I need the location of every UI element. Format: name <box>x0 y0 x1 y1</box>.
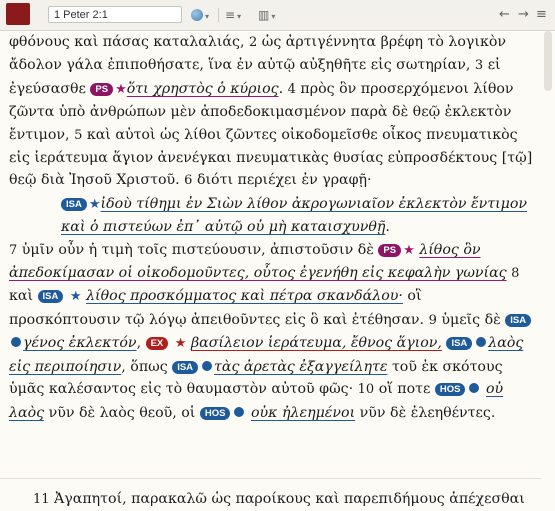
reference-input[interactable]: 1 Peter 2:1 <box>48 6 182 23</box>
ot-quotation[interactable]: γένος ἐκλεκτόν <box>23 335 137 351</box>
columns-icon: ▥ <box>258 8 270 22</box>
scrollbar-thumb[interactable] <box>544 31 552 91</box>
verse-number: 10 <box>357 382 375 398</box>
paragraph: φθόνους καὶ πάσας καταλαλιάς, 2 ὡς ἀρτιγ… <box>9 34 533 189</box>
vertical-scrollbar[interactable] <box>541 31 555 505</box>
indented-quotation: ISA ★ἰδοὺ τίθημι ἐν Σιὼν λίθον ἀκρογωνιαῖ… <box>61 195 528 236</box>
ot-quotation[interactable]: οὐκ ἠλεημένοι <box>251 405 355 421</box>
verse-number: 8 <box>511 266 520 282</box>
circle-icon <box>234 406 245 417</box>
star-icon: ★ <box>88 196 101 212</box>
passage-text: φθόνους καὶ πάσας καταλαλιάς, 2 ὡς ἀρτιγ… <box>9 31 537 424</box>
toolbar-divider <box>218 8 219 22</box>
ot-quotation[interactable]: ὅτι χρηστὸς ὁ κύριος <box>127 81 279 97</box>
next-paragraph: 11 Ἀγαπητοί, παρακαλῶ ὡς παροίκους καὶ π… <box>33 491 525 507</box>
app-logo[interactable] <box>6 3 30 25</box>
globe-icon <box>191 9 203 21</box>
quote-source-badge[interactable]: ISA <box>505 313 532 327</box>
verse-number: 2 <box>248 35 258 50</box>
lines-icon[interactable]: ≡ <box>536 6 547 24</box>
star-icon: ★ <box>403 242 415 258</box>
back-arrow-icon[interactable]: ← <box>499 6 510 24</box>
ot-quotation[interactable]: ἰδοὺ τίθημι ἐν Σιὼν λίθον ἀκρογωνιαῖον ἐ… <box>61 196 527 235</box>
quote-source-badge[interactable]: PS <box>90 82 114 96</box>
globe-menu-button[interactable]: ▾ <box>191 6 217 24</box>
quote-source-badge[interactable]: ISA <box>446 337 473 351</box>
quote-source-badge[interactable]: ISA <box>61 197 87 211</box>
verse-number: 9 <box>428 312 437 328</box>
quote-source-badge[interactable]: PS <box>378 243 402 257</box>
circle-icon <box>476 337 487 348</box>
lines-menu-button[interactable]: ≡ ▾ <box>225 6 251 24</box>
toolbar: 1 Peter 2:1 ▾ ≡ ▾ ▥ ▾ ← → ≡ <box>0 0 555 31</box>
star-icon: ★ <box>115 81 127 97</box>
star-icon: ★ <box>69 289 82 305</box>
star-icon: ★ <box>174 336 187 352</box>
lines-icon: ≡ <box>225 8 236 22</box>
quote-source-badge[interactable]: ISA <box>37 290 64 304</box>
columns-menu-button[interactable]: ▥ ▾ <box>258 6 284 24</box>
circle-icon <box>11 337 21 348</box>
ot-quotation[interactable]: λίθος προσκόμματος καὶ πέτρα σκανδάλου· <box>86 288 403 304</box>
ot-quotation[interactable]: βασίλειον ἱεράτευμα, ἔθνος ἅγιον, <box>191 335 442 351</box>
circle-icon <box>469 383 480 394</box>
paragraph: 7 ὑμῖν οὖν ἡ τιμὴ τοῖς πιστεύουσιν, ἀπισ… <box>9 239 537 424</box>
quote-source-badge[interactable]: HOS <box>434 383 466 397</box>
verse-number: 3 <box>474 58 484 74</box>
quote-source-badge[interactable]: HOS <box>199 406 231 420</box>
verse-number: 4 <box>287 81 296 97</box>
divider <box>0 478 541 479</box>
forward-arrow-icon[interactable]: → <box>518 6 529 24</box>
circle-icon <box>202 360 213 371</box>
ot-quotation[interactable]: τὰς ἀρετὰς ἐξαγγείλητε <box>214 359 387 375</box>
quote-source-badge[interactable]: EX <box>145 337 169 351</box>
quote-source-badge[interactable]: ISA <box>172 360 199 374</box>
